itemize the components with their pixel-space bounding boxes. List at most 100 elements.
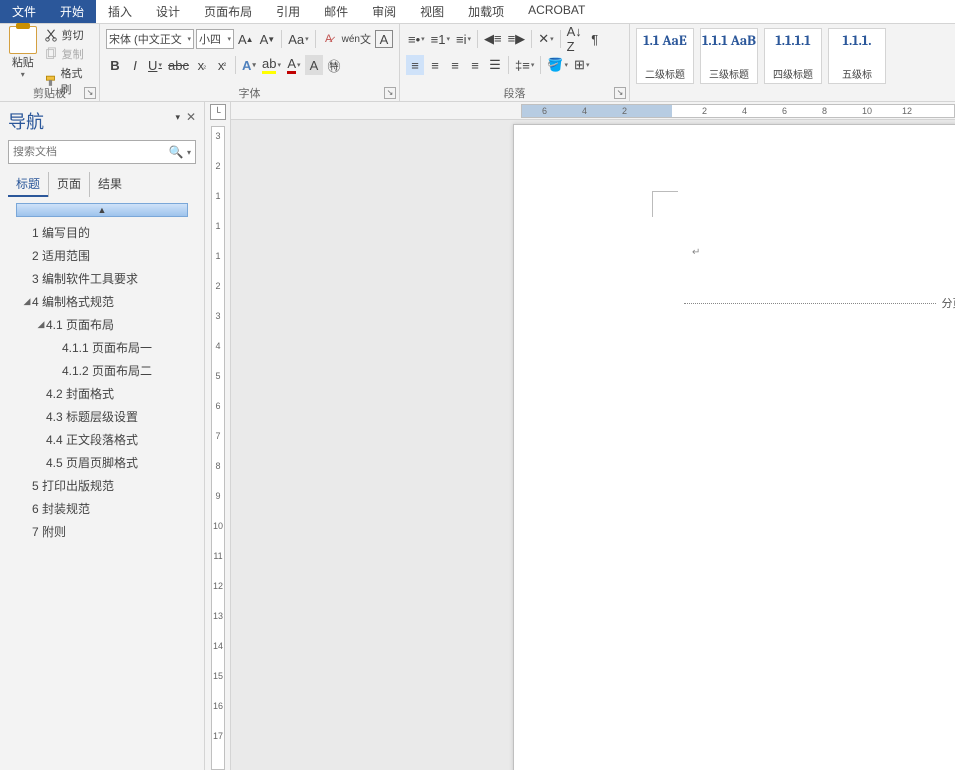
shading-button[interactable]: 🪣▾ xyxy=(545,55,570,75)
tab-insert[interactable]: 插入 xyxy=(96,0,144,23)
outline-item[interactable]: 4.2 封面格式 xyxy=(8,382,196,405)
clear-formatting-button[interactable]: A̷ xyxy=(320,29,338,49)
bullets-button[interactable]: ≡•▾ xyxy=(406,29,427,49)
collapse-icon[interactable]: ◢ xyxy=(22,296,32,307)
superscript-button[interactable]: x² xyxy=(213,55,231,75)
style-heading5[interactable]: 1.1.1.五级标 xyxy=(828,28,886,84)
decrease-indent-button[interactable]: ◀≡ xyxy=(482,29,504,49)
document-page[interactable]: ↵ 分页符 xyxy=(513,124,955,770)
page-break: 分页符 xyxy=(684,295,955,311)
outline-item-label: 7 附则 xyxy=(32,523,66,540)
increase-indent-button[interactable]: ≡▶ xyxy=(506,29,528,49)
line-spacing-button[interactable]: ‡≡▾ xyxy=(513,55,536,75)
underline-button[interactable]: U▾ xyxy=(146,55,164,75)
navigation-close-icon[interactable]: ✕ xyxy=(186,110,196,124)
separator xyxy=(508,56,509,74)
outline-item[interactable]: ◢4 编制格式规范 xyxy=(8,290,196,313)
outline-jump-top[interactable]: ▲ xyxy=(16,203,188,217)
horizontal-ruler: 64224681012 xyxy=(231,102,955,120)
font-color-button[interactable]: A▾ xyxy=(285,55,303,75)
style-heading2[interactable]: 1.1 AaE二级标题 xyxy=(636,28,694,84)
borders-button[interactable]: ⊞▾ xyxy=(572,55,591,75)
tab-view[interactable]: 视图 xyxy=(408,0,456,23)
separator xyxy=(281,30,282,48)
align-center-button[interactable]: ≡ xyxy=(426,55,444,75)
align-right-button[interactable]: ≡ xyxy=(446,55,464,75)
outline-item[interactable]: 4.4 正文段落格式 xyxy=(8,428,196,451)
tab-addins[interactable]: 加载项 xyxy=(456,0,516,23)
search-dropdown-icon[interactable]: ▾ xyxy=(187,148,195,157)
numbering-button[interactable]: ≡1▾ xyxy=(429,29,452,49)
navigation-outline: ▲ 1 编写目的2 适用范围3 编制软件工具要求◢4 编制格式规范◢4.1 页面… xyxy=(8,203,196,543)
grow-font-button[interactable]: A▲ xyxy=(236,29,256,49)
shrink-font-button[interactable]: A▼ xyxy=(258,29,278,49)
enclose-characters-button[interactable]: ㊕ xyxy=(325,55,343,75)
copy-button[interactable]: 复制 xyxy=(42,45,93,63)
style-heading3[interactable]: 1.1.1 AaB三级标题 xyxy=(700,28,758,84)
italic-button[interactable]: I xyxy=(126,55,144,75)
tab-acrobat[interactable]: ACROBAT xyxy=(516,0,597,23)
search-icon[interactable]: 🔍 xyxy=(165,145,187,159)
font-size-combo[interactable]: 小四▾ xyxy=(196,29,234,49)
outline-item[interactable]: 6 封装规范 xyxy=(8,497,196,520)
navigation-options-icon[interactable]: ▾ xyxy=(175,112,180,123)
outline-item[interactable]: 4.5 页眉页脚格式 xyxy=(8,451,196,474)
group-font: 宋体 (中文正文▾ 小四▾ A▲ A▼ Aa▾ A̷ wén文 A B I U▾… xyxy=(100,24,400,101)
cut-button[interactable]: 剪切 xyxy=(42,26,93,44)
collapse-icon[interactable]: ◢ xyxy=(36,319,46,330)
search-input[interactable] xyxy=(9,146,165,158)
navigation-search[interactable]: 🔍 ▾ xyxy=(8,140,196,164)
font-dialog-icon[interactable]: ↘ xyxy=(384,87,396,99)
tab-mailings[interactable]: 邮件 xyxy=(312,0,360,23)
tab-layout[interactable]: 页面布局 xyxy=(192,0,264,23)
ruler-tick: 3 xyxy=(212,311,224,321)
outline-item[interactable]: 5 打印出版规范 xyxy=(8,474,196,497)
outline-item[interactable]: 4.1.2 页面布局二 xyxy=(8,359,196,382)
style-heading4[interactable]: 1.1.1.1四级标题 xyxy=(764,28,822,84)
nav-tab-pages[interactable]: 页面 xyxy=(48,172,90,197)
highlight-button[interactable]: ab▾ xyxy=(260,55,283,75)
clipboard-dialog-icon[interactable]: ↘ xyxy=(84,87,96,99)
ribbon-tabs: 文件 开始 插入 设计 页面布局 引用 邮件 审阅 视图 加载项 ACROBAT xyxy=(0,0,955,24)
text-effects-button[interactable]: A▾ xyxy=(240,55,258,75)
character-border-button[interactable]: A xyxy=(375,30,393,48)
change-case-button[interactable]: Aa▾ xyxy=(286,29,310,49)
outline-item-label: 1 编写目的 xyxy=(32,224,90,241)
subscript-button[interactable]: x₂ xyxy=(193,55,211,75)
align-left-button[interactable]: ≡ xyxy=(406,55,424,75)
outline-item[interactable]: 2 适用范围 xyxy=(8,244,196,267)
nav-tab-headings[interactable]: 标题 xyxy=(8,172,48,197)
bold-button[interactable]: B xyxy=(106,55,124,75)
outline-item[interactable]: 7 附则 xyxy=(8,520,196,543)
tab-file[interactable]: 文件 xyxy=(0,0,48,23)
show-marks-button[interactable]: ¶ xyxy=(586,29,604,49)
character-shading-button[interactable]: A xyxy=(305,55,323,75)
strikethrough-button[interactable]: abc xyxy=(166,55,191,75)
asian-layout-button[interactable]: ✕▾ xyxy=(536,29,555,49)
tab-selector-icon[interactable]: └ xyxy=(210,104,226,120)
tab-design[interactable]: 设计 xyxy=(144,0,192,23)
outline-item[interactable]: 4.1.1 页面布局一 xyxy=(8,336,196,359)
justify-button[interactable]: ≡ xyxy=(466,55,484,75)
outline-item-label: 5 打印出版规范 xyxy=(32,477,114,494)
tab-review[interactable]: 审阅 xyxy=(360,0,408,23)
nav-tab-results[interactable]: 结果 xyxy=(90,172,130,197)
outline-item[interactable]: ◢4.1 页面布局 xyxy=(8,313,196,336)
copy-label: 复制 xyxy=(62,46,84,62)
distributed-button[interactable]: ☰ xyxy=(486,55,504,75)
tab-home[interactable]: 开始 xyxy=(48,0,96,23)
style-preview: 1.1.1.1 xyxy=(765,32,821,49)
font-name-combo[interactable]: 宋体 (中文正文▾ xyxy=(106,29,194,49)
sort-button[interactable]: A↓Z xyxy=(565,29,584,49)
phonetic-guide-button[interactable]: wén文 xyxy=(340,29,373,49)
paragraph-dialog-icon[interactable]: ↘ xyxy=(614,87,626,99)
outline-item-label: 4.1 页面布局 xyxy=(46,316,114,333)
outline-item[interactable]: 3 编制软件工具要求 xyxy=(8,267,196,290)
ruler-tick: 10 xyxy=(212,521,224,531)
outline-item[interactable]: 1 编写目的 xyxy=(8,221,196,244)
outline-item[interactable]: 4.3 标题层级设置 xyxy=(8,405,196,428)
paste-dropdown-icon[interactable]: ▾ xyxy=(6,70,40,79)
ruler-tick: 2 xyxy=(212,161,224,171)
tab-references[interactable]: 引用 xyxy=(264,0,312,23)
multilevel-list-button[interactable]: ≡i▾ xyxy=(454,29,473,49)
